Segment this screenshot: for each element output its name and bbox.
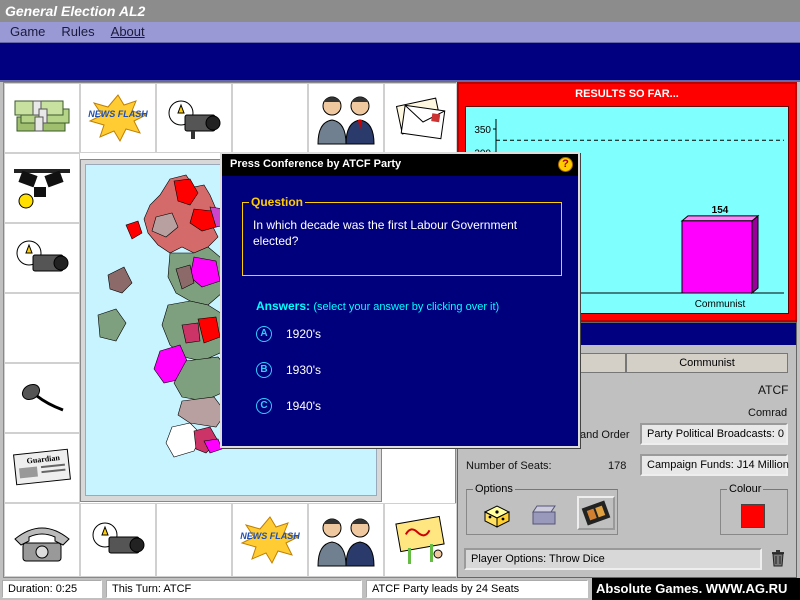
board-square[interactable]: Guardian [4,433,80,503]
answer-option-a[interactable]: A 1920's [256,326,321,342]
funds-value: J14 Million [736,459,789,471]
funds-field: Campaign Funds: J14 Million [640,454,789,476]
dice-icon [483,505,511,528]
board-square[interactable] [4,293,80,363]
category-label-1: Communist [695,299,746,310]
question-box: Question In which decade was the first L… [242,195,562,276]
menu-bar: Game Rules About [0,22,800,42]
clapboard-icon [532,505,556,525]
film-reel-icon [581,500,611,526]
film-button[interactable] [577,496,615,530]
dialog-title: Press Conference by ATCF Party [230,158,402,170]
tab-player-communist[interactable]: Communist [626,353,788,373]
colour-label: Colour [727,483,764,495]
politicians-debate-icon [317,96,375,145]
clapboard-button[interactable] [525,498,563,532]
y-tick-label-0: 350 [474,125,491,136]
answers-hint: (select your answer by clicking over it) [313,301,500,313]
option-text-a: 1920's [286,327,321,341]
question-text: In which decade was the first Labour Gov… [253,218,518,248]
tv-camera-icon [92,522,145,554]
status-bar: Duration: 0:25 This Turn: ATCF ATCF Part… [0,578,800,600]
results-title: RESULTS SO FAR... [575,88,679,100]
board-square[interactable] [4,363,80,433]
lead-field: ATCF Party leads by 24 Seats [366,580,588,598]
bar-value-label-1: 154 [712,205,729,216]
party-colour-swatch[interactable] [741,504,765,528]
option-text-c: 1940's [286,399,321,413]
player-options-field: Player Options: Throw Dice [464,548,762,570]
board-square[interactable] [4,153,80,223]
board-square[interactable] [80,503,156,577]
board-square[interactable] [156,503,232,577]
question-label: Question [249,195,306,209]
billboard-icon [394,515,445,564]
microphone-icon [21,383,64,412]
colour-group: Colour [720,483,788,535]
board-square[interactable] [156,83,232,153]
board-square[interactable] [384,83,457,153]
board-square[interactable] [308,83,384,153]
dice-button[interactable] [477,498,515,532]
board-square[interactable] [232,83,308,153]
newspaper-icon: Guardian [13,448,71,486]
tv-camera-icon [168,100,221,139]
window-title: General Election AL2 [0,0,800,22]
broadcasts-field: Party Political Broadcasts: 0 [640,423,788,445]
board-square[interactable] [308,503,384,577]
option-letter-a: A [256,326,272,342]
dialog-title-bar: Press Conference by ATCF Party ? [222,154,578,176]
seats-label: Number of Seats: [466,460,552,472]
news-flash-text-2: NEWS FLASH [240,531,300,541]
board-square[interactable] [4,223,80,293]
answer-option-b[interactable]: B 1930's [256,362,321,378]
option-letter-c: C [256,398,272,414]
telephone-icon [14,527,70,562]
spotlight-icon [14,169,70,209]
bar-side-1 [751,214,759,295]
policy-label: and Order [580,429,630,441]
menu-rules[interactable]: Rules [61,22,94,42]
seats-value: 178 [608,460,627,472]
politicians-debate-icon [317,518,375,567]
board-square[interactable] [4,503,80,577]
trash-button[interactable] [766,547,790,569]
answers-label: Answers: [256,299,311,313]
bar-top-1 [680,215,760,222]
news-flash-text-1: NEWS FLASH [88,109,148,119]
option-letter-b: B [256,362,272,378]
turn-field: This Turn: ATCF [106,580,362,598]
options-group: Options [466,483,618,535]
board-square[interactable]: NEWS FLASH [232,503,308,577]
menu-about[interactable]: About [111,22,145,42]
answers-header: Answers: (select your answer by clicking… [256,299,499,313]
press-conference-dialog: Press Conference by ATCF Party ? Questio… [220,152,580,448]
board-square[interactable] [384,503,457,577]
help-icon[interactable]: ? [558,157,573,172]
brand-watermark: Absolute Games. WWW.AG.RU [592,578,800,600]
board-square[interactable] [4,83,80,153]
money-stack-icon [14,100,70,132]
options-label: Options [473,483,515,495]
message-bar [0,42,800,82]
menu-game[interactable]: Game [10,22,45,42]
option-text-b: 1930's [286,363,321,377]
duration-field: Duration: 0:25 [2,580,102,598]
news-flash-icon: NEWS FLASH [88,94,148,143]
party-leader: Comrad [748,407,788,419]
bar-1 [681,220,753,294]
party-name: ATCF [758,383,789,397]
broadcasts-value: 0 [777,428,784,440]
board-square[interactable]: NEWS FLASH [80,83,156,153]
broadcasts-label: Party Political Broadcasts: [647,428,775,440]
funds-label: Campaign Funds: [647,459,734,471]
mail-letters-icon [395,97,445,140]
answer-option-c[interactable]: C 1940's [256,398,321,414]
tv-camera-icon [16,240,69,272]
trash-icon [772,550,784,567]
news-flash-icon: NEWS FLASH [240,516,300,565]
